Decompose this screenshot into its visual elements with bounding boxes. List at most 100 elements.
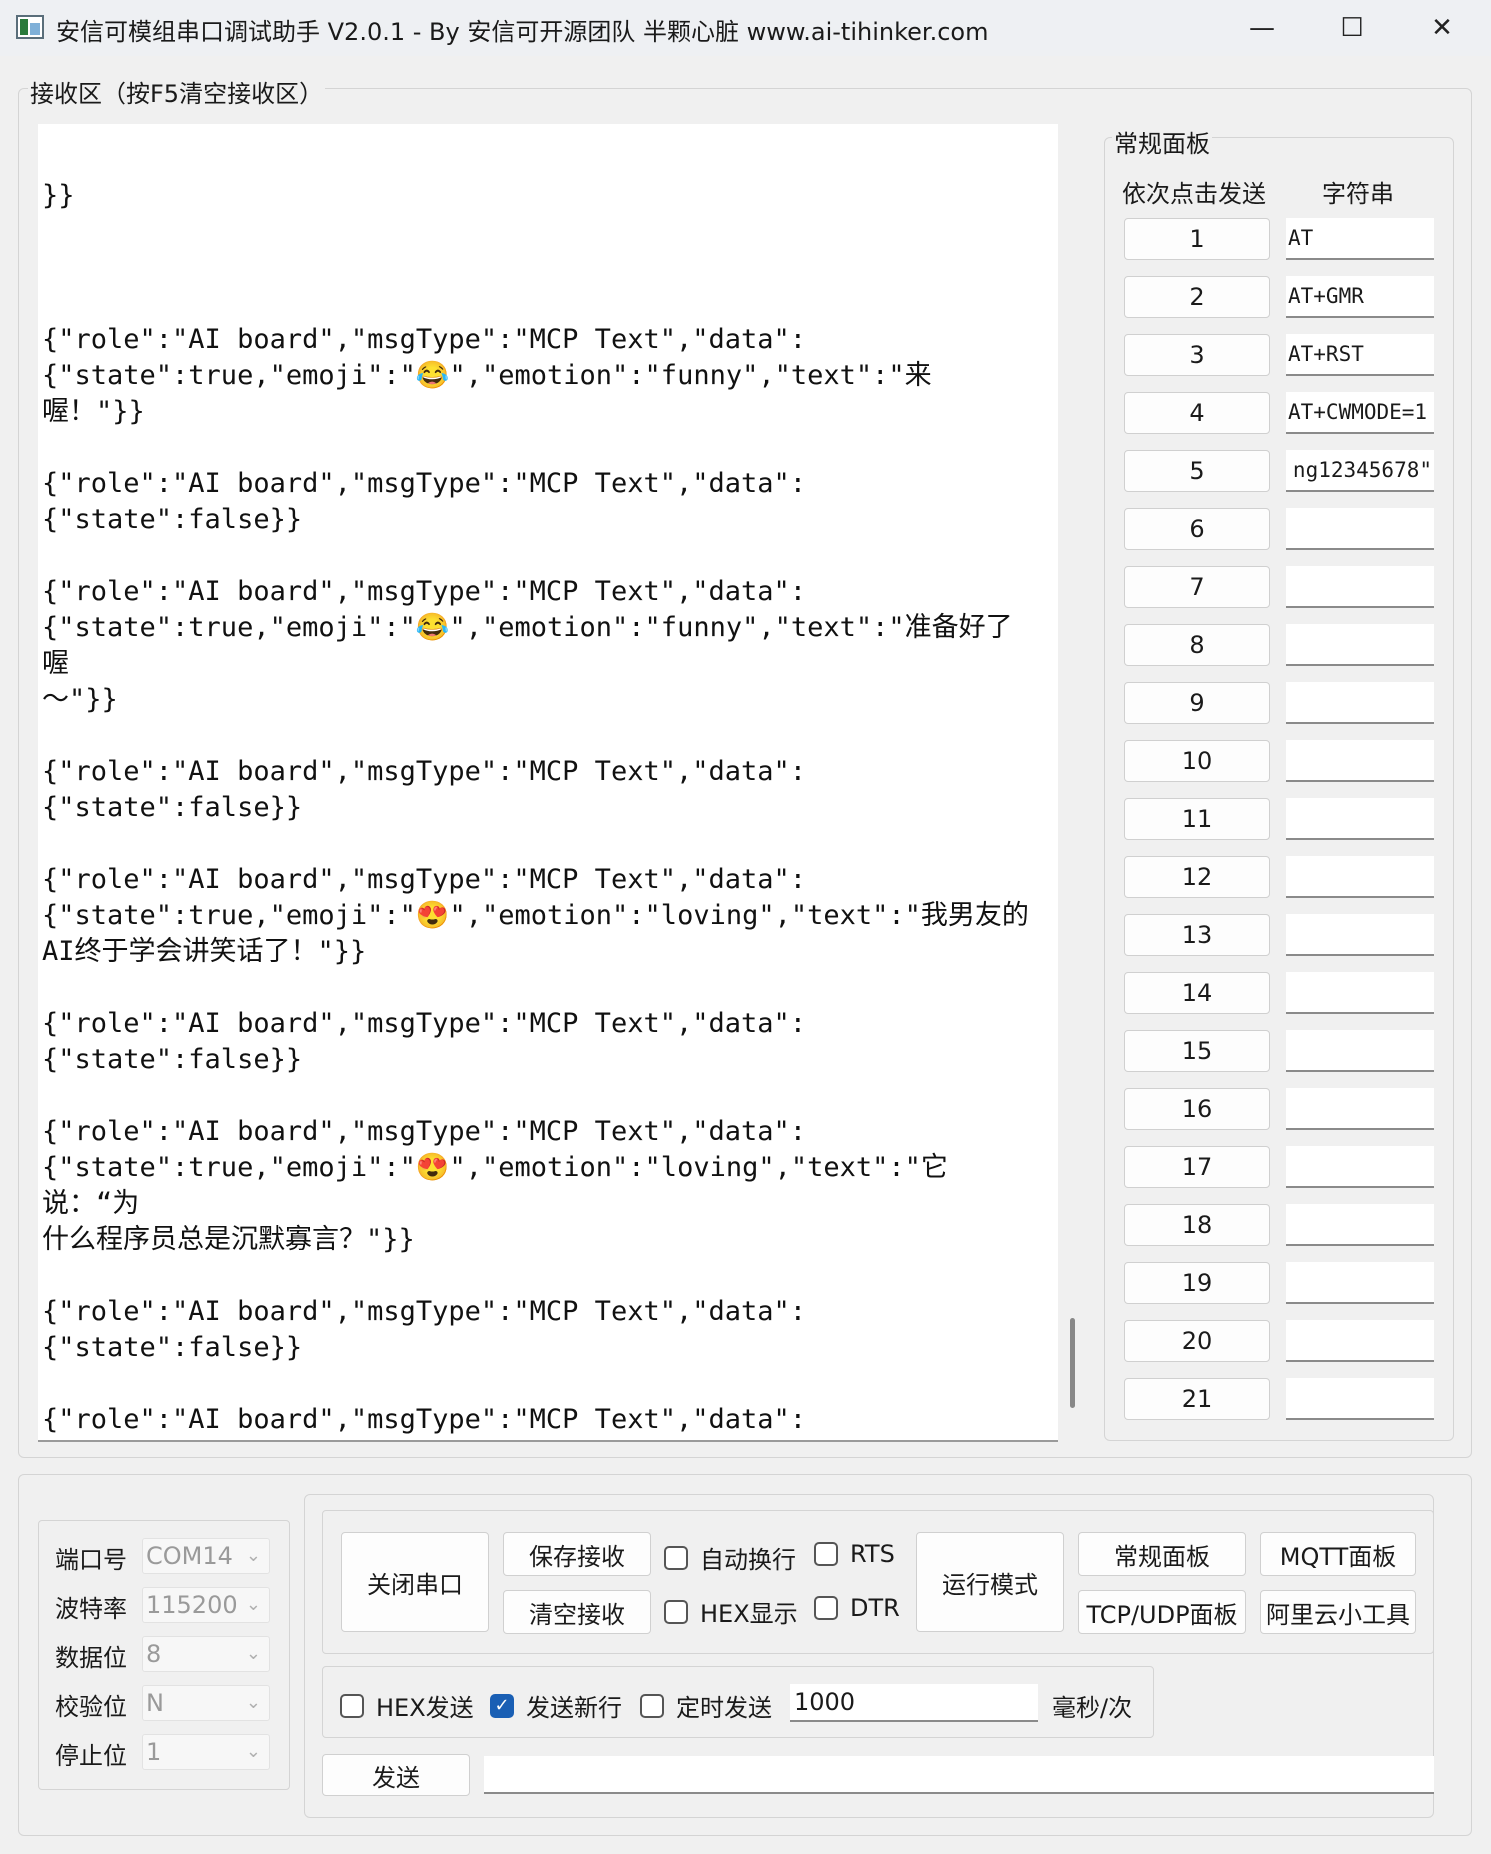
auto-wrap-label: 自动换行 — [700, 1546, 796, 1574]
chevron-down-icon: ⌄ — [245, 1545, 261, 1566]
parity-select[interactable]: N ⌄ — [142, 1685, 270, 1721]
close-button[interactable]: ✕ — [1397, 0, 1487, 56]
baud-value: 115200 — [146, 1591, 238, 1619]
hex-display-checkbox[interactable]: HEX显示 — [664, 1594, 798, 1629]
receive-line: {"role":"AI board","msgType":"MCP Text",… — [42, 324, 932, 427]
string-input-20[interactable] — [1286, 1320, 1434, 1362]
receive-group-label: 接收区（按F5清空接收区） — [28, 74, 326, 109]
send-row-button-20[interactable]: 20 — [1124, 1320, 1270, 1362]
send-row-button-19[interactable]: 19 — [1124, 1262, 1270, 1304]
close-port-button[interactable]: 关闭串口 — [341, 1532, 489, 1632]
string-input-19[interactable] — [1286, 1262, 1434, 1304]
send-row-button-13[interactable]: 13 — [1124, 914, 1270, 956]
maximize-button[interactable]: ☐ — [1307, 0, 1397, 56]
send-row-button-11[interactable]: 11 — [1124, 798, 1270, 840]
clear-receive-button[interactable]: 清空接收 — [503, 1590, 651, 1634]
port-value: COM14 — [146, 1542, 233, 1570]
string-input-16[interactable] — [1286, 1088, 1434, 1130]
send-row-button-4[interactable]: 4 — [1124, 392, 1270, 434]
send-row-button-17[interactable]: 17 — [1124, 1146, 1270, 1188]
port-select[interactable]: COM14 ⌄ — [142, 1538, 270, 1574]
checkbox-box — [340, 1693, 364, 1718]
send-row-button-3[interactable]: 3 — [1124, 334, 1270, 376]
string-input-12[interactable] — [1286, 856, 1434, 898]
hex-display-label: HEX显示 — [700, 1600, 798, 1628]
receive-textarea[interactable]: }} {"role":"AI board","msgType":"MCP Tex… — [38, 124, 1058, 1442]
receive-line: {"role":"AI board","msgType":"MCP Text",… — [42, 1008, 807, 1075]
receive-line: }} — [42, 180, 75, 211]
hex-send-label: HEX发送 — [376, 1694, 474, 1722]
string-input-11[interactable] — [1286, 798, 1434, 840]
receive-line: {"role":"AI board","msgType":"MCP Text",… — [42, 756, 807, 823]
string-input-17[interactable] — [1286, 1146, 1434, 1188]
send-row-button-9[interactable]: 9 — [1124, 682, 1270, 724]
send-row-button-14[interactable]: 14 — [1124, 972, 1270, 1014]
interval-input[interactable]: 1000 — [790, 1684, 1038, 1722]
receive-log: }} {"role":"AI board","msgType":"MCP Tex… — [42, 124, 1032, 1440]
chevron-down-icon: ⌄ — [245, 1741, 261, 1762]
baud-label: 波特率 — [55, 1595, 127, 1623]
receive-line: {"role":"AI board","msgType":"MCP Text",… — [42, 576, 1013, 715]
receive-line: {"role":"AI board","msgType":"MCP Text",… — [42, 1116, 948, 1255]
string-input-10[interactable] — [1286, 740, 1434, 782]
send-row-button-16[interactable]: 16 — [1124, 1088, 1270, 1130]
string-input-21[interactable] — [1286, 1378, 1434, 1420]
chevron-down-icon: ⌄ — [245, 1692, 261, 1713]
panel-title: 常规面板 — [1112, 124, 1212, 159]
timed-send-label: 定时发送 — [676, 1694, 772, 1722]
string-input-6[interactable] — [1286, 508, 1434, 550]
string-input-5[interactable]: ng12345678" — [1286, 450, 1434, 492]
send-row-button-18[interactable]: 18 — [1124, 1204, 1270, 1246]
chevron-down-icon: ⌄ — [245, 1594, 261, 1615]
receive-line: {"role":"AI board","msgType":"MCP Text",… — [42, 1404, 807, 1435]
checkbox-box — [640, 1693, 664, 1718]
auto-wrap-checkbox[interactable]: 自动换行 — [664, 1540, 796, 1575]
send-button[interactable]: 发送 — [322, 1754, 470, 1796]
timed-send-checkbox[interactable]: 定时发送 — [640, 1688, 772, 1723]
send-row-button-8[interactable]: 8 — [1124, 624, 1270, 666]
receive-line: {"role":"AI board","msgType":"MCP Text",… — [42, 864, 1029, 967]
string-input-14[interactable] — [1286, 972, 1434, 1014]
send-input[interactable] — [484, 1756, 1434, 1794]
send-row-button-6[interactable]: 6 — [1124, 508, 1270, 550]
send-row-button-7[interactable]: 7 — [1124, 566, 1270, 608]
tcp-udp-panel-button[interactable]: TCP/UDP面板 — [1078, 1590, 1246, 1634]
send-row-button-1[interactable]: 1 — [1124, 218, 1270, 260]
receive-line: {"role":"AI board","msgType":"MCP Text",… — [42, 1296, 807, 1363]
data-bits-select[interactable]: 8 ⌄ — [142, 1636, 270, 1672]
string-input-8[interactable] — [1286, 624, 1434, 666]
run-mode-button[interactable]: 运行模式 — [916, 1532, 1064, 1632]
send-newline-checkbox[interactable]: ✓ 发送新行 — [490, 1688, 622, 1723]
window-title: 安信可模组串口调试助手 V2.0.1 - By 安信可开源团队 半颗心脏 www… — [56, 18, 989, 46]
dtr-checkbox[interactable]: DTR — [814, 1594, 900, 1622]
send-row-button-5[interactable]: 5 — [1124, 450, 1270, 492]
stop-bits-select[interactable]: 1 ⌄ — [142, 1734, 270, 1770]
send-row-button-2[interactable]: 2 — [1124, 276, 1270, 318]
string-input-3[interactable]: AT+RST — [1286, 334, 1434, 376]
string-input-9[interactable] — [1286, 682, 1434, 724]
port-label: 端口号 — [55, 1546, 127, 1574]
string-input-18[interactable] — [1286, 1204, 1434, 1246]
minimize-button[interactable]: — — [1217, 0, 1307, 56]
send-row-button-10[interactable]: 10 — [1124, 740, 1270, 782]
string-input-4[interactable]: AT+CWMODE=1 — [1286, 392, 1434, 434]
send-row-button-21[interactable]: 21 — [1124, 1378, 1270, 1420]
check-icon: ✓ — [490, 1693, 514, 1718]
aliyun-tool-button[interactable]: 阿里云小工具 — [1260, 1590, 1416, 1634]
receive-scrollbar[interactable] — [1070, 1318, 1075, 1408]
string-input-2[interactable]: AT+GMR — [1286, 276, 1434, 318]
send-row-button-12[interactable]: 12 — [1124, 856, 1270, 898]
hex-send-checkbox[interactable]: HEX发送 — [340, 1688, 474, 1723]
rts-label: RTS — [850, 1540, 895, 1568]
rts-checkbox[interactable]: RTS — [814, 1540, 895, 1568]
string-input-7[interactable] — [1286, 566, 1434, 608]
string-input-13[interactable] — [1286, 914, 1434, 956]
save-receive-button[interactable]: 保存接收 — [503, 1532, 651, 1576]
checkbox-box — [814, 1596, 838, 1620]
mqtt-panel-button[interactable]: MQTT面板 — [1260, 1532, 1416, 1576]
send-row-button-15[interactable]: 15 — [1124, 1030, 1270, 1072]
string-input-1[interactable]: AT — [1286, 218, 1434, 260]
normal-panel-button[interactable]: 常规面板 — [1078, 1532, 1246, 1576]
string-input-15[interactable] — [1286, 1030, 1434, 1072]
baud-select[interactable]: 115200 ⌄ — [142, 1587, 270, 1623]
